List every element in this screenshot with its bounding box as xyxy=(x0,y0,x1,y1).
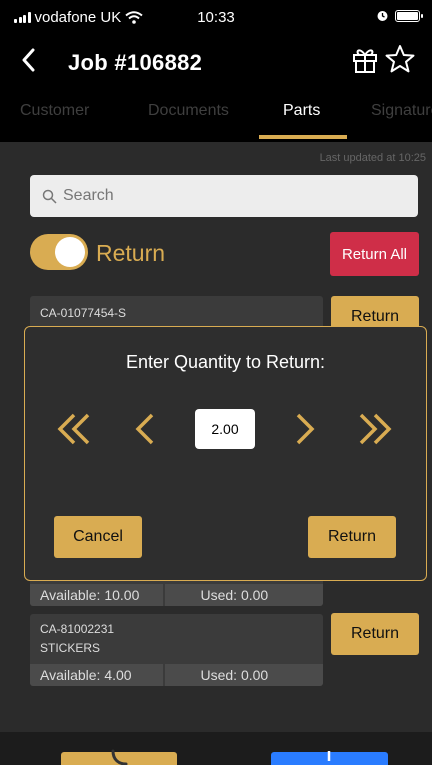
quantity-input[interactable]: 2.00 xyxy=(195,409,255,449)
return-mode-label: Return xyxy=(96,240,166,266)
arrow-up-icon xyxy=(327,751,331,761)
gift-icon[interactable] xyxy=(350,44,380,74)
chevron-right-icon[interactable] xyxy=(286,409,326,449)
part-code: CA-81002231 xyxy=(40,622,115,636)
return-mode-toggle[interactable] xyxy=(30,234,88,270)
tab-parts[interactable]: Parts xyxy=(283,102,320,120)
phone-icon xyxy=(111,749,128,765)
back-button[interactable] xyxy=(14,42,42,78)
status-bar: vodafone UK 10:33 xyxy=(0,0,432,34)
part-code: CA-01077454-S xyxy=(40,306,127,320)
part-return-label: Return xyxy=(350,625,400,642)
part-name: STICKERS xyxy=(40,641,101,655)
toggle-knob xyxy=(55,237,85,267)
last-updated-text: Last updated at 10:25 xyxy=(319,152,426,164)
chevron-left-icon[interactable] xyxy=(124,409,164,449)
active-tab-indicator xyxy=(259,135,347,139)
search-icon xyxy=(42,189,57,204)
quantity-dialog: Enter Quantity to Return: 2.00 Cancel Re… xyxy=(24,326,427,581)
availability-row: Available: 4.00 Used: 0.00 xyxy=(30,664,323,686)
tab-documents[interactable]: Documents xyxy=(148,102,229,120)
alarm-icon xyxy=(377,11,388,21)
primary-action-button[interactable] xyxy=(271,751,388,765)
return-all-button[interactable]: Return All xyxy=(330,232,419,276)
search-input[interactable]: Search xyxy=(30,175,418,217)
battery-icon xyxy=(395,9,423,22)
tab-bar: Customer Documents Parts Signature xyxy=(0,86,432,142)
double-chevron-right-icon[interactable] xyxy=(355,409,395,449)
used-qty: Used: 0.00 xyxy=(162,664,324,686)
available-qty: Available: 4.00 xyxy=(40,667,132,683)
tab-customer[interactable]: Customer xyxy=(20,102,89,120)
star-icon[interactable] xyxy=(384,44,416,74)
status-time: 10:33 xyxy=(197,9,235,26)
chevron-left-icon xyxy=(22,48,35,72)
availability-row: Available: 10.00 Used: 0.00 xyxy=(30,584,323,606)
nav-bar: Job #106882 xyxy=(0,34,432,86)
part-return-button[interactable]: Return xyxy=(331,613,419,655)
part-return-label: Return xyxy=(350,308,400,325)
search-placeholder: Search xyxy=(63,187,114,204)
dialog-title: Enter Quantity to Return: xyxy=(125,352,326,372)
status-right xyxy=(376,9,423,22)
cancel-button[interactable]: Cancel xyxy=(54,516,142,558)
page-title: Job #106882 xyxy=(68,50,203,75)
available-qty: Available: 10.00 xyxy=(40,587,140,603)
phone-button[interactable] xyxy=(61,749,177,765)
used-qty: Used: 0.00 xyxy=(162,584,324,606)
double-chevron-left-icon[interactable] xyxy=(54,409,94,449)
bottom-action-bar xyxy=(0,732,432,765)
tab-signature[interactable]: Signature xyxy=(371,102,432,120)
part-card: CA-81002231 STICKERS Available: 4.00 Use… xyxy=(30,614,323,686)
confirm-return-button[interactable]: Return xyxy=(308,516,396,558)
